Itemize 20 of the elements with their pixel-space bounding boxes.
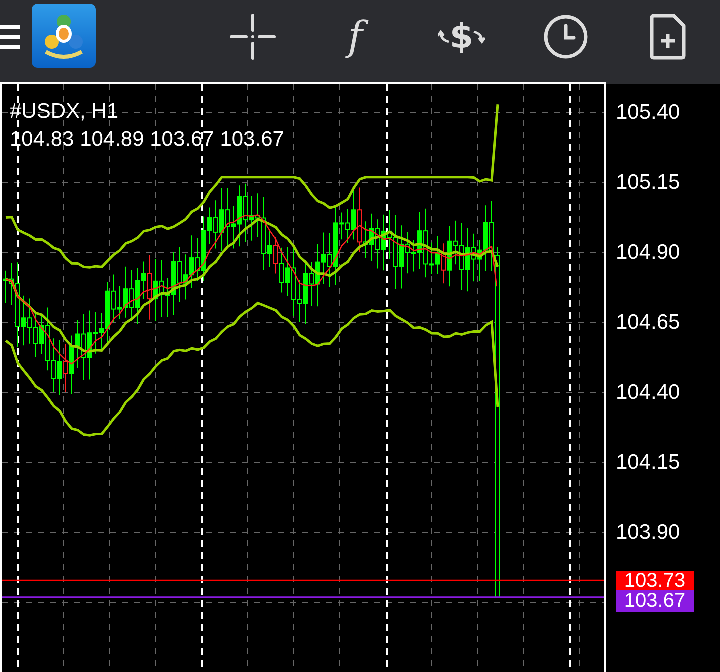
price-label: 104.90 xyxy=(616,241,680,265)
trade-button[interactable]: $ xyxy=(438,14,486,60)
price-marker: 103.73 xyxy=(616,571,694,590)
price-label: 105.40 xyxy=(616,101,680,125)
price-label: 104.65 xyxy=(616,311,680,335)
price-label: 104.40 xyxy=(616,381,680,405)
price-label: 105.15 xyxy=(616,171,680,195)
price-label: 104.15 xyxy=(616,451,680,475)
curved-arrow-icon xyxy=(473,30,486,44)
curved-arrow-icon xyxy=(438,30,450,44)
indicators-button[interactable]: f xyxy=(340,9,371,65)
app-logo-icon[interactable] xyxy=(32,4,96,68)
menu-icon[interactable] xyxy=(0,23,20,51)
ohlc-values: 104.83 104.89 103.67 103.67 xyxy=(10,127,284,153)
crosshair-icon[interactable] xyxy=(230,14,276,60)
symbol-label: #USDX, H1 xyxy=(10,99,120,125)
clock-icon[interactable] xyxy=(543,14,590,60)
price-marker: 103.67 xyxy=(616,590,694,612)
price-label: 103.90 xyxy=(616,521,680,545)
new-document-icon[interactable] xyxy=(650,14,686,60)
